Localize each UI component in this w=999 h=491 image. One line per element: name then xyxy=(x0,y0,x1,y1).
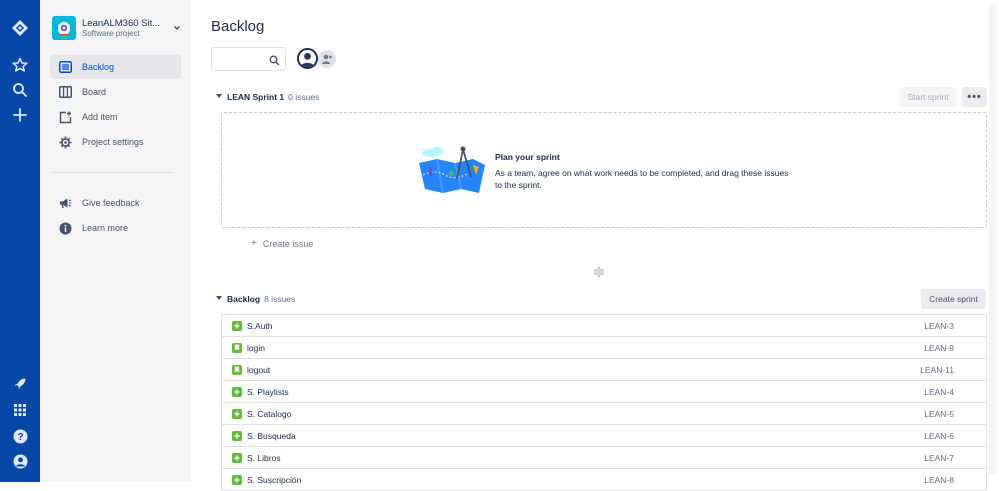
avatar[interactable] xyxy=(297,48,318,69)
sidebar-item-board[interactable]: Board xyxy=(50,80,181,104)
page-scrollbar[interactable] xyxy=(987,0,999,482)
rocket-icon[interactable] xyxy=(8,372,32,396)
issue-key[interactable]: LEAN-7 xyxy=(924,453,954,463)
backlog-issue-list: S.Auth LEAN-3 login LEAN-9 logout LEAN-1… xyxy=(221,314,987,491)
start-sprint-button[interactable]: Start sprint xyxy=(899,87,957,107)
sidebar-item-label: Board xyxy=(82,87,107,97)
list-item[interactable]: S. Libros LEAN-7 xyxy=(222,447,986,469)
issue-key[interactable]: LEAN-5 xyxy=(924,409,954,419)
drag-handle-icon[interactable] xyxy=(593,266,605,281)
sidebar-item-project-settings[interactable]: Project settings xyxy=(50,130,181,154)
list-item[interactable]: logout LEAN-11 xyxy=(222,359,986,381)
search-box[interactable] xyxy=(211,47,286,71)
backlog-header[interactable]: Backlog 8 issues xyxy=(215,291,295,307)
project-sidebar: LeanALM360 Sit... Software project Backl… xyxy=(40,0,191,482)
project-type: Software project xyxy=(82,28,140,38)
search-input[interactable] xyxy=(217,49,273,69)
more-actions-button[interactable]: ••• xyxy=(962,87,987,107)
sidebar-item-add-item[interactable]: Add item xyxy=(50,105,181,129)
issue-key[interactable]: LEAN-4 xyxy=(924,387,954,397)
chevron-down-icon xyxy=(215,92,225,102)
app-switcher-icon[interactable] xyxy=(8,398,32,422)
list-item[interactable]: S. Playlists LEAN-4 xyxy=(222,381,986,403)
backlog-name: Backlog xyxy=(227,294,261,304)
story-icon xyxy=(232,452,242,463)
issue-summary: S. Catalogo xyxy=(247,408,292,419)
plus-icon[interactable] xyxy=(8,103,32,127)
board-icon xyxy=(58,85,72,99)
project-avatar xyxy=(52,16,76,40)
list-item[interactable]: S. Busqueda LEAN-6 xyxy=(222,425,986,447)
help-icon[interactable]: ? xyxy=(8,424,32,448)
backlog-issue-count: 8 issues xyxy=(264,294,296,304)
sidebar-item-label: Backlog xyxy=(82,62,115,72)
add-item-icon xyxy=(58,110,72,124)
issue-summary: S. Playlists xyxy=(247,386,289,397)
plan-sprint-illustration xyxy=(415,145,491,202)
search-icon[interactable] xyxy=(8,78,32,102)
list-item[interactable]: S. Catalogo LEAN-5 xyxy=(222,403,986,425)
sidebar-item-backlog[interactable]: Backlog xyxy=(50,55,181,79)
story-icon xyxy=(232,320,242,331)
svg-text:?: ? xyxy=(17,432,23,443)
issue-summary: S.Auth xyxy=(247,320,273,331)
issue-key[interactable]: LEAN-6 xyxy=(924,431,954,441)
story-icon xyxy=(232,474,242,485)
sprint-name: LEAN Sprint 1 xyxy=(227,92,285,102)
create-issue-button[interactable]: + Create issue xyxy=(251,238,313,249)
issue-key[interactable]: LEAN-11 xyxy=(920,365,954,375)
create-sprint-button[interactable]: Create sprint xyxy=(921,289,986,309)
chevron-down-icon xyxy=(215,294,225,304)
add-people-icon[interactable] xyxy=(318,50,336,68)
scrollbar-thumb[interactable] xyxy=(989,4,997,474)
sidebar-divider xyxy=(52,172,173,173)
story-icon xyxy=(232,386,242,397)
sidebar-item-label: Project settings xyxy=(82,137,144,147)
sprint-drop-zone[interactable]: Plan your sprint As a team, agree on wha… xyxy=(221,112,987,228)
backlog-icon xyxy=(58,60,72,74)
project-name: LeanALM360 Sit... xyxy=(82,17,161,29)
search-icon xyxy=(269,53,280,71)
gear-icon xyxy=(58,135,72,149)
profile-icon[interactable] xyxy=(8,449,32,473)
page-title: Backlog xyxy=(211,18,265,35)
issue-summary: S. Busqueda xyxy=(247,430,296,441)
issue-summary: login xyxy=(247,342,265,353)
main-content: Backlog LEAN Sprint 1 0 issues Start spr… xyxy=(191,0,999,491)
story-icon xyxy=(232,342,242,353)
sidebar-item-label: Learn more xyxy=(82,223,129,233)
story-icon xyxy=(232,430,242,441)
info-icon xyxy=(58,221,72,235)
list-item[interactable]: login LEAN-9 xyxy=(222,337,986,359)
issue-summary: S. Suscripción xyxy=(247,474,302,485)
sidebar-item-label: Give feedback xyxy=(82,198,140,208)
global-navigation: ? xyxy=(0,0,40,482)
sidebar-item-learn-more[interactable]: Learn more xyxy=(50,216,181,240)
story-icon xyxy=(232,408,242,419)
list-item[interactable]: S. Suscripción LEAN-8 xyxy=(222,469,986,491)
plus-icon: + xyxy=(251,238,257,249)
issue-key[interactable]: LEAN-9 xyxy=(924,343,954,353)
star-icon[interactable] xyxy=(8,53,32,77)
sidebar-item-give-feedback[interactable]: Give feedback xyxy=(50,191,181,215)
list-item[interactable]: S.Auth LEAN-3 xyxy=(222,315,986,337)
jira-logo-icon[interactable] xyxy=(8,16,32,40)
empty-sprint-description: As a team, agree on what work needs to b… xyxy=(495,168,789,190)
project-switcher[interactable]: LeanALM360 Sit... Software project xyxy=(52,14,182,42)
megaphone-icon xyxy=(58,196,72,210)
sprint-issue-count: 0 issues xyxy=(288,92,320,102)
issue-summary: S. Libros xyxy=(247,452,281,463)
sprint-header[interactable]: LEAN Sprint 1 0 issues xyxy=(215,89,319,105)
issue-summary: logout xyxy=(247,364,271,375)
issue-key[interactable]: LEAN-8 xyxy=(924,475,954,485)
issue-key[interactable]: LEAN-3 xyxy=(924,321,954,331)
sidebar-item-label: Add item xyxy=(82,112,118,122)
create-issue-label: Create issue xyxy=(262,238,314,249)
story-icon xyxy=(232,364,242,375)
chevron-down-icon[interactable] xyxy=(172,20,182,38)
empty-sprint-title: Plan your sprint xyxy=(495,152,560,162)
